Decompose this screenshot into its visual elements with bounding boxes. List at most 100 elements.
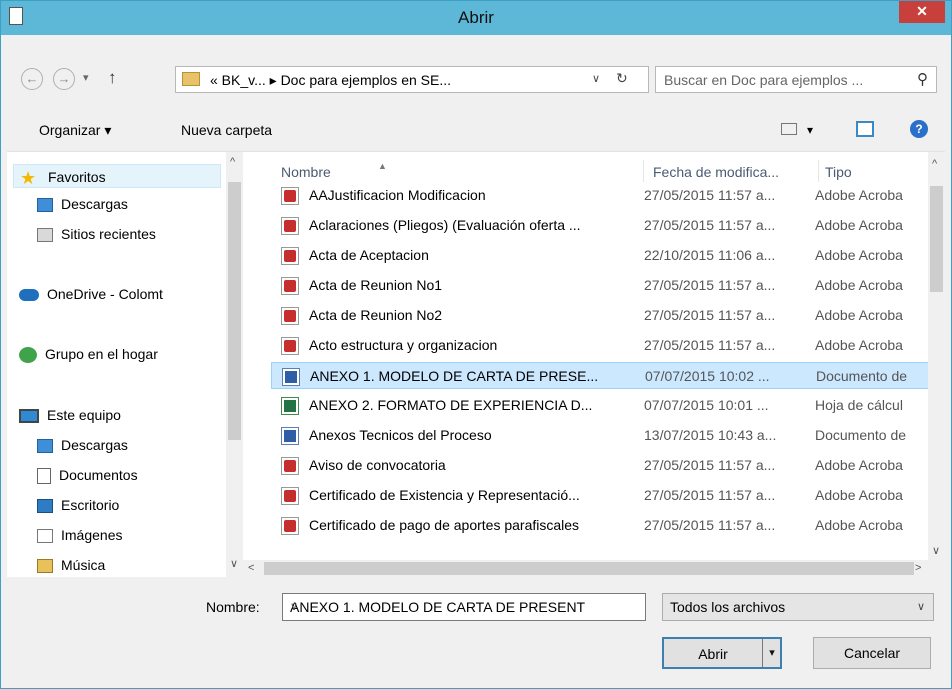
file-name: Aviso de convocatoria [309, 457, 446, 473]
close-button[interactable]: ✕ [899, 1, 945, 23]
column-header-name[interactable]: Nombre [281, 164, 331, 180]
dialog-title: Abrir [458, 8, 494, 27]
scroll-right-arrow[interactable]: > [915, 562, 921, 574]
file-date: 27/05/2015 11:57 a... [644, 337, 776, 353]
file-row[interactable]: Acta de Reunion No1 27/05/2015 11:57 a..… [271, 272, 937, 299]
preview-pane-icon[interactable] [856, 121, 874, 137]
open-button-label: Abrir [698, 646, 728, 662]
split-divider [762, 639, 763, 667]
sidebar-item-musica[interactable]: Música [37, 553, 105, 577]
chevron-down-icon[interactable]: ∨ [917, 600, 925, 613]
column-divider[interactable] [643, 160, 644, 182]
command-toolbar: Organizar ▾ Nueva carpeta ▾ ? [7, 109, 945, 152]
file-row[interactable]: ANEXO 2. FORMATO DE EXPERIENCIA D... 07/… [271, 392, 937, 419]
file-list-horizontal-scrollbar[interactable]: < > [243, 560, 945, 577]
sidebar-item-sitios-recientes[interactable]: Sitios recientes [37, 222, 156, 246]
view-dropdown[interactable]: ▾ [807, 123, 813, 137]
scroll-down-arrow[interactable]: ∨ [230, 557, 238, 570]
search-placeholder: Buscar en Doc para ejemplos ... [664, 72, 864, 88]
scroll-up-arrow[interactable]: ^ [932, 158, 937, 170]
column-header-date[interactable]: Fecha de modifica... [653, 164, 779, 180]
sidebar-item-este-equipo[interactable]: Este equipo [19, 403, 121, 427]
open-button[interactable]: Abrir ▾ [662, 637, 782, 669]
column-divider[interactable] [818, 160, 819, 182]
sidebar-item-documentos[interactable]: Documentos [37, 463, 138, 487]
word-file-icon [281, 427, 299, 445]
file-list: Nombre ▲ Fecha de modifica... Tipo AAJus… [243, 152, 945, 577]
refresh-button[interactable]: ↻ [616, 70, 628, 87]
view-options-icon[interactable] [781, 123, 797, 135]
scroll-left-arrow[interactable]: < [248, 562, 254, 574]
chevron-down-icon[interactable]: ∨ [290, 600, 639, 613]
pdf-file-icon [281, 337, 299, 355]
open-options-dropdown[interactable]: ▾ [764, 639, 780, 667]
file-row[interactable]: Aclaraciones (Pliegos) (Evaluación ofert… [271, 212, 937, 239]
pdf-file-icon [281, 457, 299, 475]
address-dropdown[interactable]: ∨ [592, 72, 600, 85]
horizontal-scroll-thumb[interactable] [264, 562, 914, 575]
address-path[interactable]: « BK_v... ▸ Doc para ejemplos en SE... [210, 72, 451, 89]
help-icon[interactable]: ? [910, 120, 928, 138]
file-row[interactable]: Certificado de pago de aportes parafisca… [271, 512, 937, 539]
column-header-name-label: Nombre [281, 164, 331, 180]
pdf-file-icon [281, 187, 299, 205]
file-date: 27/05/2015 11:57 a... [644, 307, 776, 323]
file-list-vertical-scrollbar[interactable]: ^ ∨ [928, 152, 945, 560]
sidebar-item-grupo-hogar[interactable]: Grupo en el hogar [19, 342, 158, 366]
sidebar-item-onedrive[interactable]: OneDrive - Colomt [19, 282, 163, 306]
file-type: Adobe Acroba [815, 307, 903, 323]
sidebar-item-escritorio[interactable]: Escritorio [37, 493, 119, 517]
file-type-filter[interactable]: Todos los archivos ∨ [662, 593, 934, 621]
pdf-file-icon [281, 277, 299, 295]
sidebar-item-label: Grupo en el hogar [45, 346, 158, 362]
file-row[interactable]: Acta de Aceptacion 22/10/2015 11:06 a...… [271, 242, 937, 269]
sidebar-scroll-thumb[interactable] [228, 182, 241, 440]
file-type: Adobe Acroba [815, 247, 903, 263]
dialog-body: ← → ▾ ↑ « BK_v... ▸ Doc para ejemplos en… [7, 35, 945, 680]
file-date: 07/07/2015 10:02 ... [645, 368, 770, 384]
search-input[interactable]: Buscar en Doc para ejemplos ... ⚲ [655, 66, 937, 93]
vertical-scroll-thumb[interactable] [930, 186, 943, 292]
back-button[interactable]: ← [21, 68, 43, 90]
cancel-button[interactable]: Cancelar [813, 637, 931, 669]
file-date: 27/05/2015 11:57 a... [644, 487, 776, 503]
word-file-icon [282, 368, 300, 386]
title-bar[interactable]: Abrir ✕ [1, 1, 951, 35]
file-name: ANEXO 2. FORMATO DE EXPERIENCIA D... [309, 397, 593, 413]
sidebar-item-favoritos[interactable]: ★ Favoritos [13, 164, 221, 188]
dialog-footer: Nombre: ANEXO 1. MODELO DE CARTA DE PRES… [7, 577, 945, 680]
column-header-type[interactable]: Tipo [825, 164, 852, 180]
file-row[interactable]: Certificado de Existencia y Representaci… [271, 482, 937, 509]
file-name: Certificado de Existencia y Representaci… [309, 487, 580, 503]
sidebar-item-descargas-pc[interactable]: Descargas [37, 433, 128, 457]
sidebar-scrollbar[interactable]: ^ ∨ [226, 152, 243, 577]
navigation-bar: ← → ▾ ↑ « BK_v... ▸ Doc para ejemplos en… [7, 35, 945, 109]
file-row-selected[interactable]: ANEXO 1. MODELO DE CARTA DE PRESE... 07/… [271, 362, 937, 389]
forward-button[interactable]: → [53, 68, 75, 90]
up-button[interactable]: ↑ [108, 68, 117, 88]
new-folder-button[interactable]: Nueva carpeta [181, 122, 272, 138]
file-date: 27/05/2015 11:57 a... [644, 517, 776, 533]
search-icon[interactable]: ⚲ [917, 70, 928, 88]
scroll-up-arrow[interactable]: ^ [230, 156, 235, 168]
folder-icon [182, 72, 200, 86]
file-row[interactable]: Aviso de convocatoria 27/05/2015 11:57 a… [271, 452, 937, 479]
file-date: 13/07/2015 10:43 a... [644, 427, 777, 443]
file-row[interactable]: Acta de Reunion No2 27/05/2015 11:57 a..… [271, 302, 937, 329]
file-row[interactable]: AAJustificacion Modificacion 27/05/2015 … [271, 182, 937, 209]
file-row[interactable]: Acto estructura y organizacion 27/05/201… [271, 332, 937, 359]
sidebar-item-descargas[interactable]: Descargas [37, 192, 128, 216]
file-name: Certificado de pago de aportes parafisca… [309, 517, 580, 533]
file-row[interactable]: Anexos Tecnicos del Proceso 13/07/2015 1… [271, 422, 937, 449]
file-name-field[interactable]: ANEXO 1. MODELO DE CARTA DE PRESENT ∨ [282, 593, 646, 621]
sidebar-item-label: Escritorio [61, 497, 120, 513]
organize-button[interactable]: Organizar ▾ [39, 122, 111, 139]
file-type: Adobe Acroba [815, 277, 903, 293]
sidebar-item-imagenes[interactable]: Imágenes [37, 523, 122, 547]
file-name: Aclaraciones (Pliegos) (Evaluación ofert… [309, 217, 581, 233]
scroll-down-arrow[interactable]: ∨ [932, 544, 940, 557]
recent-locations-dropdown[interactable]: ▾ [83, 71, 89, 84]
file-date: 07/07/2015 10:01 ... [644, 397, 769, 413]
file-date: 27/05/2015 11:57 a... [644, 187, 776, 203]
address-bar[interactable]: « BK_v... ▸ Doc para ejemplos en SE... ∨… [175, 66, 649, 93]
